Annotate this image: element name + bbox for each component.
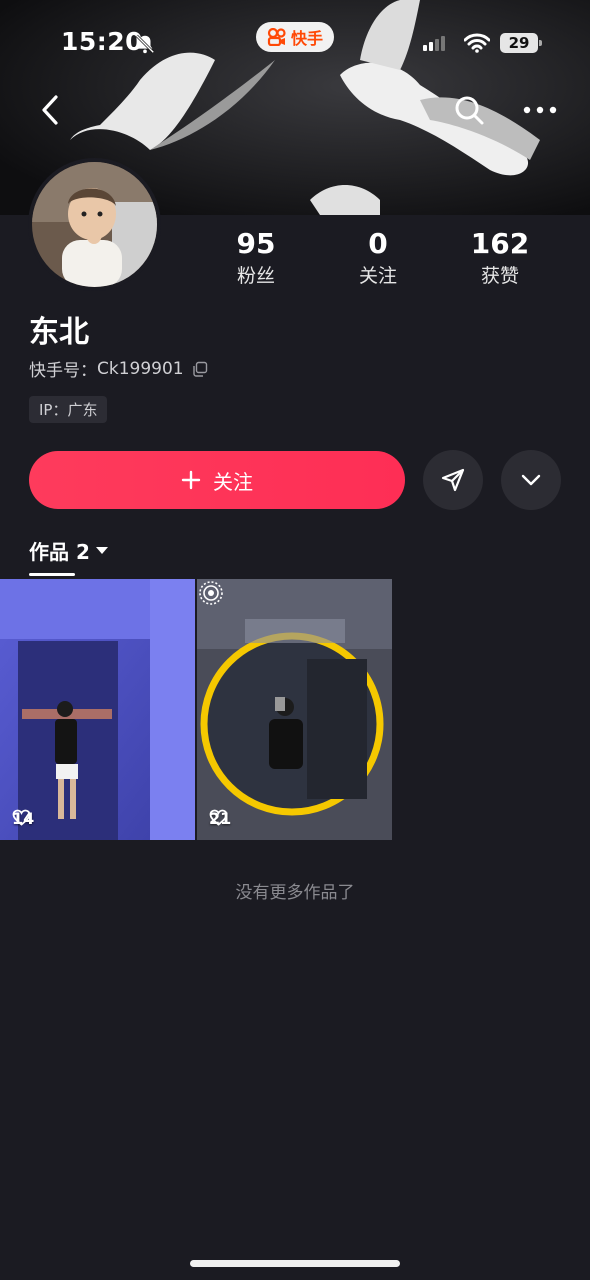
- search-button[interactable]: [452, 93, 486, 127]
- profile-name: 东北: [29, 315, 89, 350]
- live-icon: [199, 581, 223, 605]
- status-bar: 15:20 快手 29: [0, 0, 590, 88]
- ip-location-tag: IP：广东: [29, 396, 108, 423]
- caret-down-icon: [95, 547, 108, 554]
- stat-following-value: 0: [368, 227, 388, 260]
- chevron-down-icon: [521, 474, 541, 486]
- work-thumbnail[interactable]: 14: [0, 579, 195, 840]
- stat-following-label: 关注: [358, 265, 397, 287]
- expand-recommendations-button[interactable]: [501, 450, 561, 510]
- profile-id-value: Ck199901: [97, 358, 184, 379]
- stat-fans-value: 95: [236, 227, 276, 260]
- plus-icon: [181, 470, 201, 490]
- home-indicator[interactable]: [190, 1260, 400, 1267]
- back-icon: [42, 95, 58, 125]
- copy-icon[interactable]: [192, 361, 208, 377]
- signal-icon: [423, 36, 445, 51]
- profile-id-label: 快手号：: [29, 361, 97, 381]
- more-button[interactable]: [520, 95, 560, 125]
- work-thumbnail[interactable]: 21: [197, 579, 392, 840]
- tab-underline: [29, 573, 75, 576]
- share-button[interactable]: [423, 450, 483, 510]
- heart-icon: [209, 809, 228, 826]
- battery-indicator: 29: [500, 33, 542, 53]
- follow-button-label: 关注: [213, 469, 253, 494]
- stat-likes-value: 162: [470, 227, 530, 260]
- heart-icon: [12, 809, 31, 826]
- bell-muted-icon: [135, 34, 155, 54]
- back-button[interactable]: [32, 92, 68, 128]
- stat-likes-label: 获赞: [480, 265, 519, 287]
- status-time: 15:20: [61, 27, 144, 56]
- kuaishou-logo-icon: [267, 28, 286, 46]
- like-count: 21: [209, 809, 231, 828]
- share-icon: [441, 468, 465, 492]
- stat-fans[interactable]: 95 粉丝: [201, 227, 311, 291]
- wifi-icon: [464, 33, 490, 53]
- tab-works[interactable]: 作品 2: [29, 536, 108, 565]
- search-icon: [455, 96, 484, 125]
- tab-works-label: 作品 2: [29, 540, 90, 564]
- like-count: 14: [12, 809, 34, 828]
- app-indicator-pill[interactable]: 快手: [256, 22, 334, 52]
- follow-button[interactable]: 关注: [29, 451, 405, 509]
- profile-id-row[interactable]: 快手号： Ck199901: [29, 356, 208, 381]
- app-name: 快手: [290, 29, 323, 48]
- profile-stats: 95 粉丝 0 关注 162 获赞: [0, 227, 590, 307]
- stat-fans-label: 粉丝: [236, 265, 275, 287]
- no-more-works-text: 没有更多作品了: [235, 883, 355, 903]
- stat-following[interactable]: 0 关注: [323, 227, 433, 291]
- stat-likes[interactable]: 162 获赞: [445, 227, 555, 291]
- more-icon: [523, 106, 557, 114]
